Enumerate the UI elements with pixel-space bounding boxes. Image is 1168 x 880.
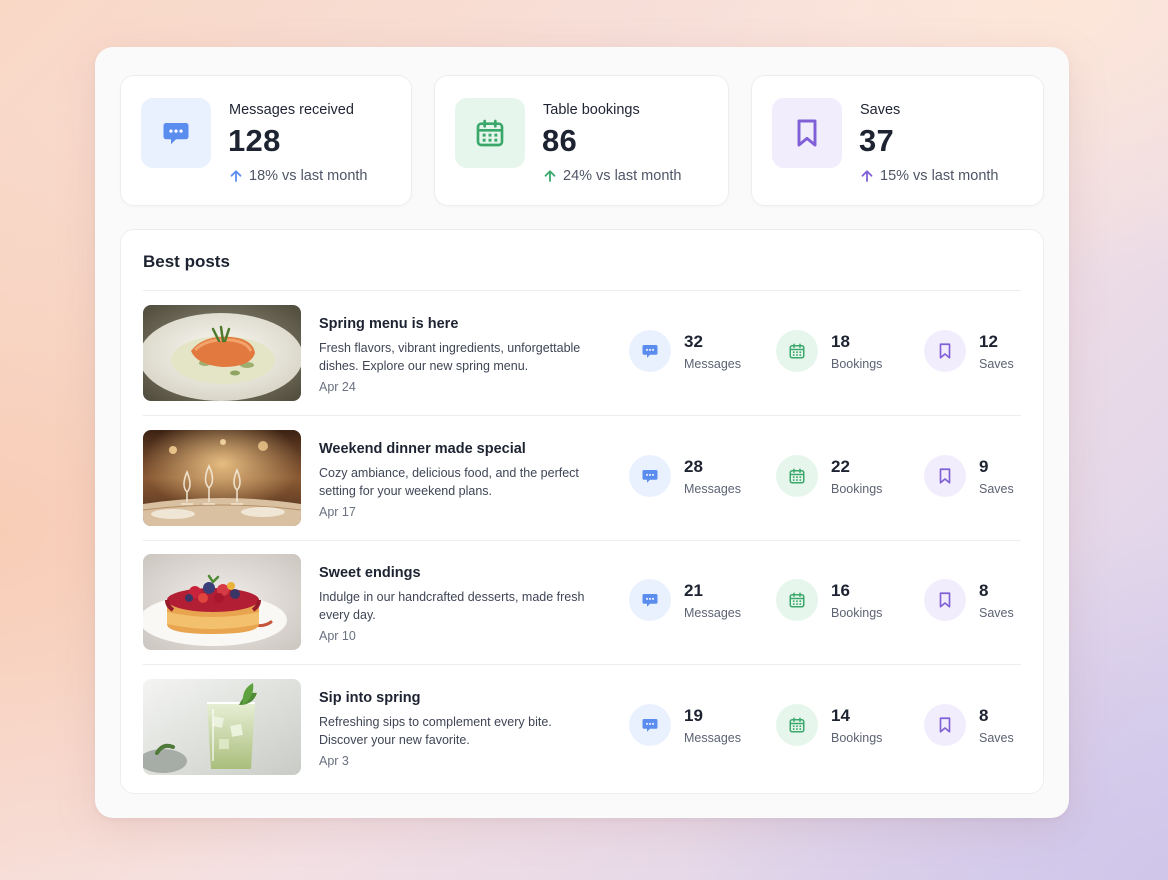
metric-label: Messages bbox=[684, 731, 741, 745]
stat-trend: 18% vs last month bbox=[229, 168, 367, 184]
stat-label: Table bookings bbox=[543, 102, 640, 118]
metric-label: Messages bbox=[684, 357, 741, 371]
post-row[interactable]: Spring menu is here Fresh flavors, vibra… bbox=[143, 305, 1023, 401]
metric-label: Saves bbox=[979, 482, 1014, 496]
chat-icon bbox=[629, 579, 671, 621]
divider bbox=[143, 664, 1021, 665]
calendar-icon bbox=[776, 330, 818, 372]
divider bbox=[143, 290, 1021, 291]
metric-value: 9 bbox=[979, 457, 989, 476]
stat-trend: 24% vs last month bbox=[543, 168, 681, 184]
post-thumbnail[interactable] bbox=[143, 430, 301, 526]
post-row[interactable]: Weekend dinner made special Cozy ambianc… bbox=[143, 430, 1023, 526]
metric-value: 19 bbox=[684, 706, 703, 725]
post-date: Apr 24 bbox=[319, 380, 356, 394]
calendar-icon bbox=[776, 579, 818, 621]
divider bbox=[143, 540, 1021, 541]
stat-trend-text: 18% vs last month bbox=[249, 168, 368, 184]
metric-label: Bookings bbox=[831, 482, 883, 496]
arrow-up-icon bbox=[229, 169, 243, 183]
arrow-up-icon bbox=[860, 169, 874, 183]
metric-label: Bookings bbox=[831, 357, 883, 371]
chat-icon bbox=[629, 704, 671, 746]
calendar-icon bbox=[776, 455, 818, 497]
post-thumbnail[interactable] bbox=[143, 554, 301, 650]
stat-trend-text: 15% vs last month bbox=[880, 168, 999, 184]
stat-label: Saves bbox=[860, 102, 901, 118]
metric-label: Saves bbox=[979, 731, 1014, 745]
metric-value: 8 bbox=[979, 706, 989, 725]
post-date: Apr 17 bbox=[319, 505, 356, 519]
post-thumbnail[interactable] bbox=[143, 305, 301, 401]
calendar-icon bbox=[776, 704, 818, 746]
dashboard-panel: Messages received 128 18% vs last month … bbox=[95, 47, 1069, 818]
metric-value: 22 bbox=[831, 457, 850, 476]
post-description: Fresh flavors, vibrant ingredients, unfo… bbox=[319, 341, 581, 373]
metric-value: 16 bbox=[831, 581, 850, 600]
section-title: Best posts bbox=[143, 252, 230, 271]
metric-value: 21 bbox=[684, 581, 703, 600]
metric-value: 12 bbox=[979, 332, 998, 351]
metric-label: Saves bbox=[979, 357, 1014, 371]
metric-value: 32 bbox=[684, 332, 703, 351]
divider bbox=[143, 415, 1021, 416]
bookmark-icon bbox=[924, 579, 966, 621]
metric-label: Messages bbox=[684, 606, 741, 620]
stat-trend-text: 24% vs last month bbox=[563, 168, 682, 184]
metric-value: 28 bbox=[684, 457, 703, 476]
stat-value: 86 bbox=[542, 123, 578, 158]
post-description: Indulge in our handcrafted desserts, mad… bbox=[319, 590, 585, 622]
arrow-up-icon bbox=[543, 169, 557, 183]
metric-label: Bookings bbox=[831, 606, 883, 620]
stat-value: 37 bbox=[859, 123, 895, 158]
metric-label: Saves bbox=[979, 606, 1014, 620]
post-title: Spring menu is here bbox=[319, 316, 459, 332]
chat-icon bbox=[141, 98, 211, 168]
post-date: Apr 10 bbox=[319, 629, 356, 643]
best-posts-card: Best posts Spring menu is here Fresh fla… bbox=[120, 229, 1044, 794]
stat-card-saves[interactable]: Saves 37 15% vs last month bbox=[751, 75, 1044, 206]
calendar-icon bbox=[455, 98, 525, 168]
bookmark-icon bbox=[924, 330, 966, 372]
stat-trend: 15% vs last month bbox=[860, 168, 998, 184]
post-description: Cozy ambiance, delicious food, and the p… bbox=[319, 466, 579, 498]
metric-value: 8 bbox=[979, 581, 989, 600]
stat-label: Messages received bbox=[229, 102, 354, 118]
bookmark-icon bbox=[772, 98, 842, 168]
bookmark-icon bbox=[924, 704, 966, 746]
metric-value: 14 bbox=[831, 706, 850, 725]
metric-value: 18 bbox=[831, 332, 850, 351]
post-row[interactable]: Sweet endings Indulge in our handcrafted… bbox=[143, 554, 1023, 650]
chat-icon bbox=[629, 455, 671, 497]
stat-card-bookings[interactable]: Table bookings 86 24% vs last month bbox=[434, 75, 729, 206]
stat-card-messages[interactable]: Messages received 128 18% vs last month bbox=[120, 75, 412, 206]
metric-label: Bookings bbox=[831, 731, 883, 745]
post-date: Apr 3 bbox=[319, 754, 349, 768]
post-title: Sweet endings bbox=[319, 565, 421, 581]
bookmark-icon bbox=[924, 455, 966, 497]
post-title: Weekend dinner made special bbox=[319, 441, 526, 457]
stat-value: 128 bbox=[228, 123, 281, 158]
chat-icon bbox=[629, 330, 671, 372]
post-title: Sip into spring bbox=[319, 690, 421, 706]
metric-label: Messages bbox=[684, 482, 741, 496]
post-thumbnail[interactable] bbox=[143, 679, 301, 775]
post-description: Refreshing sips to complement every bite… bbox=[319, 715, 552, 747]
post-row[interactable]: Sip into spring Refreshing sips to compl… bbox=[143, 679, 1023, 775]
